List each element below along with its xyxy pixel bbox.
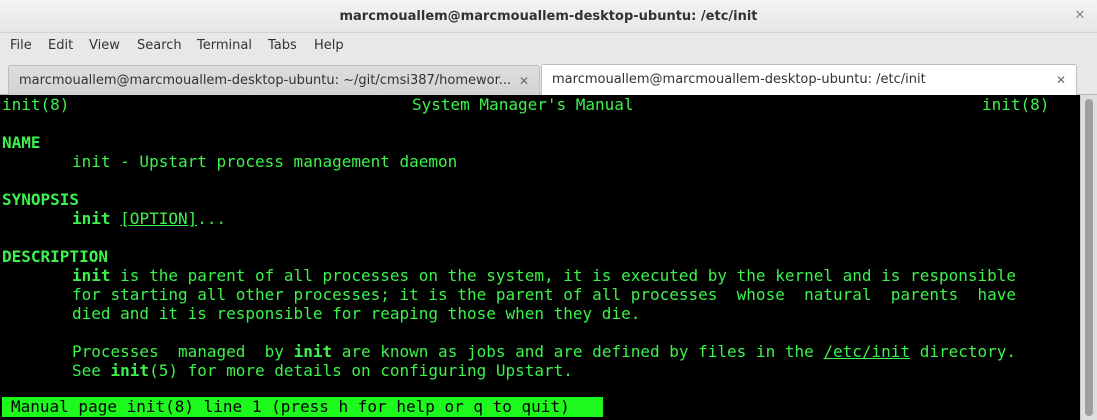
desc-cmd: init bbox=[110, 361, 150, 380]
description-line-4: Processes managed by init are known as j… bbox=[72, 342, 1016, 361]
menu-terminal[interactable]: Terminal bbox=[197, 34, 252, 60]
desc-text: is the parent of all processes on the sy… bbox=[110, 266, 1017, 285]
pager-status-line: Manual page init(8) line 1 (press h for … bbox=[2, 397, 603, 417]
window-title: marcmouallem@marcmouallem-desktop-ubuntu… bbox=[339, 9, 758, 24]
description-line-1: init is the parent of all processes on t… bbox=[72, 266, 1016, 285]
close-icon[interactable]: ✕ bbox=[1056, 65, 1066, 95]
description-line-5: See init(5) for more details on configur… bbox=[72, 361, 573, 380]
terminal-window: marcmouallem@marcmouallem-desktop-ubuntu… bbox=[0, 0, 1097, 420]
name-line: init - Upstart process management daemon bbox=[72, 152, 458, 171]
tab-label: marcmouallem@marcmouallem-desktop-ubuntu… bbox=[19, 73, 512, 88]
synopsis-line: init [OPTION]... bbox=[72, 209, 226, 228]
close-icon: ✕ bbox=[1074, 8, 1086, 23]
synopsis-option: [OPTION] bbox=[120, 209, 198, 228]
tab-homework[interactable]: marcmouallem@marcmouallem-desktop-ubuntu… bbox=[8, 65, 540, 95]
menu-view[interactable]: View bbox=[89, 34, 120, 60]
tab-bar: marcmouallem@marcmouallem-desktop-ubuntu… bbox=[0, 62, 1097, 96]
menu-help[interactable]: Help bbox=[314, 34, 344, 60]
man-header-left: init(8) bbox=[2, 95, 70, 114]
section-heading-name: NAME bbox=[2, 133, 41, 152]
window-close-button[interactable]: ✕ bbox=[1069, 5, 1091, 27]
synopsis-ellipsis: ... bbox=[197, 209, 227, 228]
desc-cmd: init bbox=[293, 342, 333, 361]
desc-path: /etc/init bbox=[823, 342, 911, 361]
menu-search[interactable]: Search bbox=[137, 34, 182, 60]
synopsis-cmd: init bbox=[72, 209, 111, 228]
description-line-3: died and it is responsible for reaping t… bbox=[72, 304, 641, 323]
close-icon[interactable]: ✕ bbox=[519, 66, 529, 95]
menu-bar: File Edit View Search Terminal Tabs Help bbox=[0, 34, 1097, 60]
menu-file[interactable]: File bbox=[10, 34, 32, 60]
title-bar[interactable]: marcmouallem@marcmouallem-desktop-ubuntu… bbox=[0, 0, 1097, 33]
desc-cmd: init bbox=[72, 266, 111, 285]
desc-text: See bbox=[72, 361, 111, 380]
man-header-center: System Manager's Manual bbox=[412, 95, 634, 114]
terminal-output[interactable]: init(8) System Manager's Manual init(8) … bbox=[0, 95, 1080, 420]
tab-label: marcmouallem@marcmouallem-desktop-ubuntu… bbox=[552, 72, 926, 87]
desc-text: (5) for more details on configuring Upst… bbox=[149, 361, 573, 380]
desc-text: Processes managed by bbox=[72, 342, 294, 361]
terminal-scrollbar[interactable] bbox=[1080, 95, 1097, 420]
scrollbar-thumb[interactable] bbox=[1085, 99, 1093, 416]
description-line-2: for starting all other processes; it is … bbox=[72, 285, 1017, 304]
desc-text: directory. bbox=[910, 342, 1017, 361]
desc-text: are known as jobs and are defined by fil… bbox=[332, 342, 824, 361]
tab-etc-init[interactable]: marcmouallem@marcmouallem-desktop-ubuntu… bbox=[541, 64, 1077, 96]
section-heading-synopsis: SYNOPSIS bbox=[2, 190, 80, 209]
menu-edit[interactable]: Edit bbox=[48, 34, 73, 60]
man-header-right: init(8) bbox=[982, 95, 1050, 114]
section-heading-description: DESCRIPTION bbox=[2, 247, 108, 266]
menu-tabs[interactable]: Tabs bbox=[268, 34, 297, 60]
